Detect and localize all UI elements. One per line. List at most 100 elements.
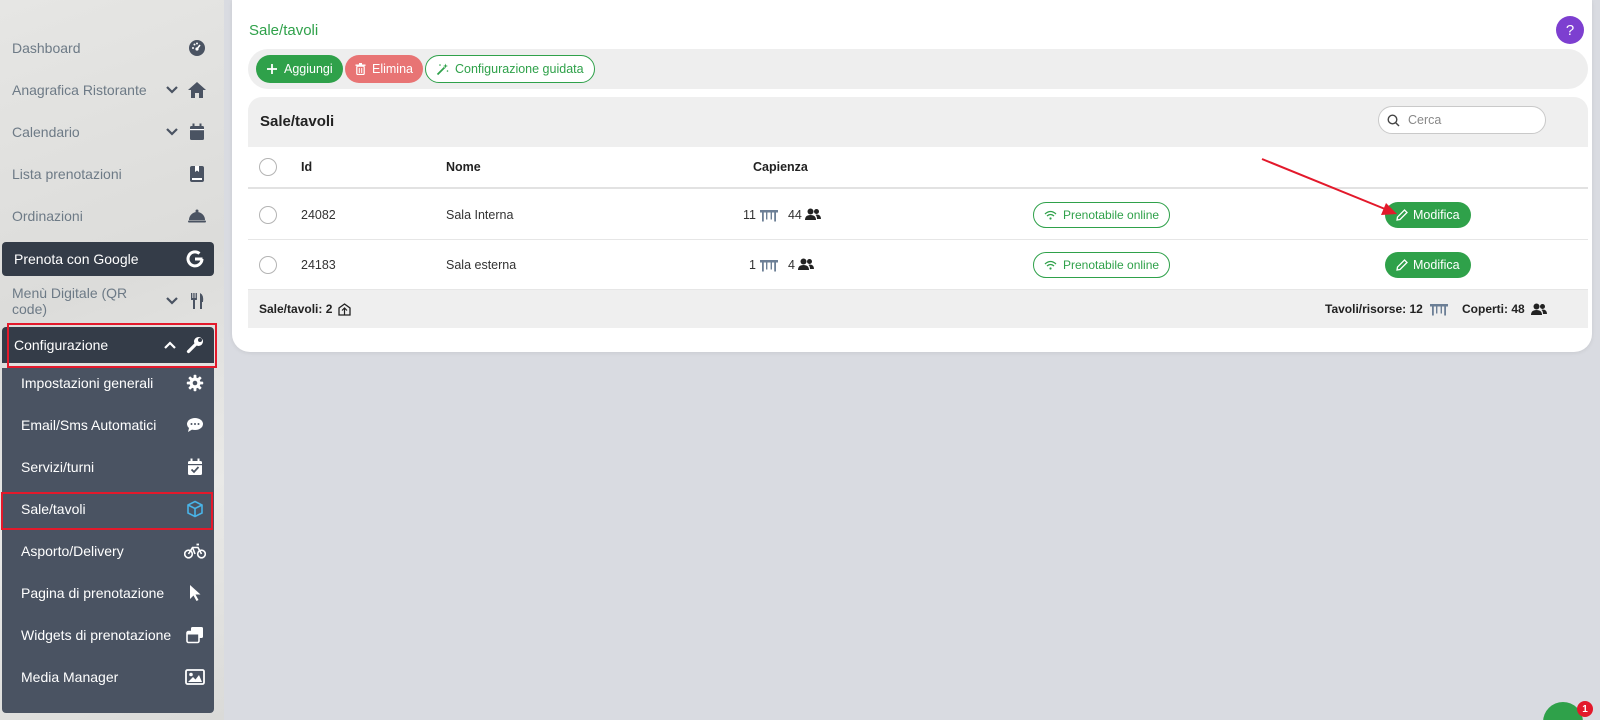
covers-total: Coperti: 48 bbox=[1462, 290, 1547, 328]
select-all-radio[interactable] bbox=[259, 147, 277, 187]
row-id: 24183 bbox=[301, 257, 336, 272]
sidebar-item-menu-digitale[interactable]: Menù Digitale (QR code) bbox=[0, 280, 216, 322]
sidebar-subitem-label: Impostazioni generali bbox=[21, 375, 154, 391]
sidebar: Dashboard Anagrafica Ristorante Calendar… bbox=[0, 0, 224, 720]
table-icon bbox=[1429, 304, 1448, 316]
row-select-radio[interactable] bbox=[259, 240, 277, 289]
highlight-configurazione bbox=[7, 323, 217, 368]
online-booking-badge[interactable]: Prenotabile online bbox=[1033, 252, 1171, 278]
sidebar-item-calendario[interactable]: Calendario bbox=[0, 111, 216, 153]
search-box bbox=[1378, 106, 1546, 134]
sidebar-item-label: Prenota con Google bbox=[14, 251, 139, 267]
sidebar-subitem-media-manager[interactable]: Media Manager bbox=[2, 656, 214, 698]
online-booking-label: Prenotabile online bbox=[1063, 208, 1160, 222]
tables-count: 1 bbox=[749, 257, 756, 272]
pencil-icon bbox=[1396, 209, 1408, 221]
panel-header: Sale/tavoli bbox=[248, 97, 1588, 147]
pencil-icon bbox=[1396, 259, 1408, 271]
sidebar-subitem-asporto[interactable]: Asporto/Delivery bbox=[2, 530, 214, 572]
sidebar-subitem-label: Pagina di prenotazione bbox=[21, 585, 165, 601]
sidebar-subitem-label: Media Manager bbox=[21, 669, 119, 685]
chat-notification-badge: 1 bbox=[1577, 701, 1593, 717]
users-icon bbox=[797, 258, 814, 270]
sidebar-item-lista-prenotazioni[interactable]: Lista prenotazioni bbox=[0, 153, 216, 195]
guided-config-label: Configurazione guidata bbox=[455, 62, 584, 76]
delete-button-label: Elimina bbox=[372, 62, 413, 76]
add-button[interactable]: Aggiungi bbox=[256, 55, 343, 83]
image-icon bbox=[184, 666, 206, 688]
home-icon bbox=[186, 79, 208, 101]
row-name: Sala esterna bbox=[446, 257, 517, 272]
search-icon bbox=[1387, 113, 1400, 127]
sidebar-item-dashboard[interactable]: Dashboard bbox=[0, 27, 216, 69]
google-icon bbox=[184, 248, 206, 270]
column-header-id[interactable]: Id bbox=[301, 147, 312, 187]
online-booking-label: Prenotabile online bbox=[1063, 258, 1160, 272]
users-icon bbox=[1530, 303, 1547, 315]
tables-count: 11 bbox=[743, 207, 756, 222]
sidebar-item-label: Ordinazioni bbox=[12, 208, 83, 224]
highlight-sale-tavoli bbox=[1, 492, 213, 530]
table-icon bbox=[759, 209, 778, 221]
bicycle-icon bbox=[184, 540, 206, 562]
delete-button[interactable]: Elimina bbox=[345, 55, 423, 83]
book-icon bbox=[186, 163, 208, 185]
sidebar-subitem-servizi[interactable]: Servizi/turni bbox=[2, 446, 214, 488]
building-icon bbox=[338, 302, 352, 316]
sidebar-item-label: Lista prenotazioni bbox=[12, 166, 122, 182]
main-card: Sale/tavoli ? Aggiungi Elimina Configura… bbox=[232, 0, 1592, 352]
resources-count: Tavoli/risorse: 12 bbox=[1325, 290, 1449, 328]
edit-button[interactable]: Modifica bbox=[1385, 202, 1471, 228]
rooms-count: Sale/tavoli: 2 bbox=[259, 290, 352, 328]
covers-total-label: Coperti: 48 bbox=[1462, 302, 1525, 316]
row-name: Sala Interna bbox=[446, 207, 514, 222]
chevron-down-icon bbox=[164, 293, 180, 309]
toolbar: Aggiungi Elimina Configurazione guidata bbox=[248, 49, 1588, 89]
sidebar-item-ordinazioni[interactable]: Ordinazioni bbox=[0, 195, 216, 237]
windows-icon bbox=[184, 624, 206, 646]
calendar-icon bbox=[186, 121, 208, 143]
chevron-down-icon bbox=[164, 82, 180, 98]
sidebar-subitem-email-sms[interactable]: Email/Sms Automatici bbox=[2, 404, 214, 446]
sidebar-subitem-impostazioni[interactable]: Impostazioni generali bbox=[2, 362, 214, 404]
chat-bubble-icon bbox=[184, 414, 206, 436]
edit-button-label: Modifica bbox=[1413, 258, 1460, 272]
rooms-count-label: Sale/tavoli: 2 bbox=[259, 302, 333, 316]
online-booking-badge[interactable]: Prenotabile online bbox=[1033, 202, 1171, 228]
sidebar-item-label: Anagrafica Ristorante bbox=[12, 82, 147, 98]
guided-config-button[interactable]: Configurazione guidata bbox=[425, 55, 595, 83]
add-button-label: Aggiungi bbox=[284, 62, 333, 76]
search-input[interactable] bbox=[1408, 113, 1528, 127]
sidebar-subitem-label: Email/Sms Automatici bbox=[21, 417, 157, 433]
help-button[interactable]: ? bbox=[1556, 16, 1584, 44]
edit-button[interactable]: Modifica bbox=[1385, 252, 1471, 278]
gear-icon bbox=[184, 372, 206, 394]
utensils-icon bbox=[186, 290, 208, 312]
sidebar-item-label: Calendario bbox=[12, 124, 80, 140]
table-header: Id Nome Capienza bbox=[248, 147, 1588, 189]
sidebar-subitem-widgets[interactable]: Widgets di prenotazione bbox=[2, 614, 214, 656]
sidebar-subitem-label: Widgets di prenotazione bbox=[21, 627, 172, 643]
table-row: 24183 Sala esterna 1 4 Prenotabile onlin… bbox=[248, 240, 1588, 290]
column-header-name[interactable]: Nome bbox=[446, 147, 481, 187]
row-select-radio[interactable] bbox=[259, 190, 277, 239]
covers-count: 4 bbox=[787, 257, 795, 272]
sidebar-item-label: Dashboard bbox=[12, 40, 81, 56]
row-id: 24082 bbox=[301, 207, 336, 222]
sidebar-subitem-pagina-prenotazione[interactable]: Pagina di prenotazione bbox=[2, 572, 214, 614]
table-title: Sale/tavoli bbox=[260, 113, 335, 130]
sidebar-item-anagrafica[interactable]: Anagrafica Ristorante bbox=[0, 69, 216, 111]
calendar-check-icon bbox=[184, 456, 206, 478]
row-capacity: 11 44 bbox=[743, 190, 821, 239]
dashboard-icon bbox=[186, 37, 208, 59]
table-footer: Sale/tavoli: 2 Tavoli/risorse: 12 Copert… bbox=[248, 290, 1588, 328]
edit-button-label: Modifica bbox=[1413, 208, 1460, 222]
sidebar-item-prenota-google[interactable]: Prenota con Google bbox=[2, 242, 214, 276]
column-header-capacity[interactable]: Capienza bbox=[753, 147, 808, 187]
resources-count-label: Tavoli/risorse: 12 bbox=[1325, 302, 1423, 316]
table-row: 24082 Sala Interna 11 44 Prenotabile onl… bbox=[248, 190, 1588, 240]
table-icon bbox=[759, 259, 778, 271]
trash-icon bbox=[355, 63, 366, 75]
rooms-table-panel: Sale/tavoli Id Nome Capienza 24082 Sala … bbox=[248, 97, 1588, 337]
chevron-down-icon bbox=[164, 124, 180, 140]
